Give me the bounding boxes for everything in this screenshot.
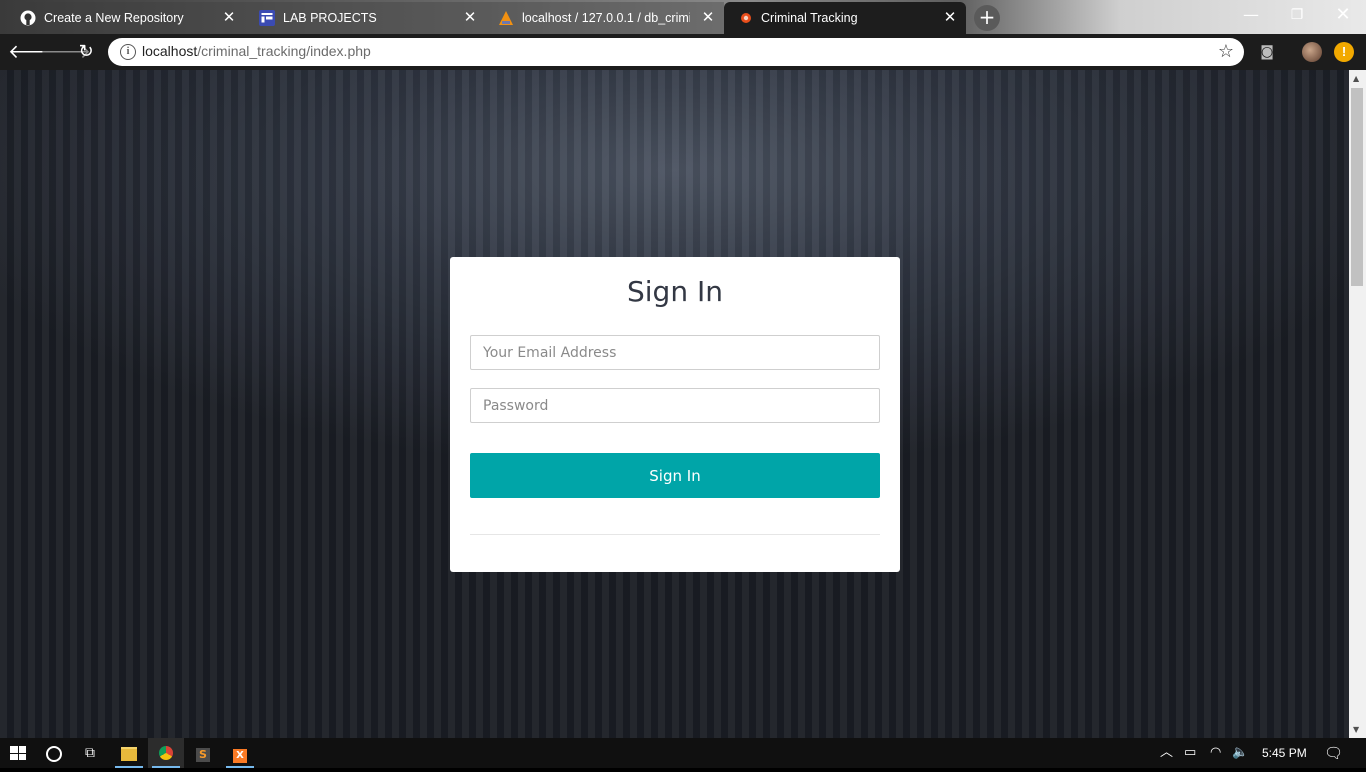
reload-button[interactable]: ↻ [73,40,99,64]
taskbar-clock[interactable]: 5:45 PM [1262,738,1307,768]
browser-toolbar: 🡐 🡒 ↻ i localhost/criminal_tracking/inde… [0,34,1366,70]
scroll-down-icon[interactable]: ▼ [1353,725,1359,734]
close-icon[interactable]: ✕ [942,10,958,26]
close-icon[interactable]: ✕ [462,10,478,26]
browser-tab-strip: Create a New Repository ✕ LAB PROJECTS ✕… [0,0,1366,34]
task-view-button[interactable]: ⧉ [72,738,108,768]
restore-button[interactable]: ❐ [1274,0,1320,30]
sign-in-button[interactable]: Sign In [470,453,880,498]
windows-logo-icon [10,746,26,760]
tab-title: localhost / 127.0.0.1 / db_crimina [522,11,690,25]
scroll-up-icon[interactable]: ▲ [1353,74,1359,83]
chrome-button[interactable] [148,738,184,768]
tab-criminal-tracking[interactable]: Criminal Tracking ✕ [724,2,966,34]
page-background: Sign In Sign In [0,70,1349,738]
minimize-button[interactable]: — [1228,0,1274,30]
avatar[interactable] [1302,42,1322,62]
task-view-icon: ⧉ [85,745,95,761]
tab-title: Create a New Repository [44,11,184,25]
sublime-text-button[interactable]: S [185,738,221,768]
start-button[interactable] [0,738,36,768]
new-tab-button[interactable]: + [974,5,1000,31]
folder-icon [121,747,137,761]
bookmark-star-icon[interactable]: ☆ [1218,41,1234,62]
divider [470,534,880,535]
tab-create-repository[interactable]: Create a New Repository ✕ [0,2,245,34]
sign-in-card: Sign In Sign In [450,257,900,572]
phpmyadmin-icon [498,10,514,26]
email-field[interactable] [470,335,880,370]
scrollbar-thumb[interactable] [1351,88,1363,286]
volume-icon[interactable]: 🔈 [1232,738,1248,768]
github-icon [20,10,36,26]
forward-button[interactable]: 🡒 [40,40,91,64]
tab-lab-projects[interactable]: LAB PROJECTS ✕ [245,2,486,34]
close-window-button[interactable]: ✕ [1320,0,1366,30]
windows-taskbar: ⧉ S X ︿ ▭ ◠ 🔈 5:45 PM 🗨 [0,738,1366,768]
address-bar[interactable]: i localhost/criminal_tracking/index.php … [108,38,1244,66]
cortana-button[interactable] [36,738,72,768]
info-icon[interactable]: i [120,44,136,60]
url-path: /criminal_tracking/index.php [197,43,371,59]
chrome-icon [159,746,173,760]
url-text: localhost/criminal_tracking/index.php [142,43,371,59]
sublime-icon: S [196,748,210,762]
battery-icon[interactable]: ▭ [1184,738,1196,768]
close-icon[interactable]: ✕ [221,10,237,26]
tab-title: Criminal Tracking [761,11,858,25]
file-explorer-button[interactable] [111,738,147,768]
tab-phpmyadmin[interactable]: localhost / 127.0.0.1 / db_crimina ✕ [486,2,724,34]
update-warning-icon[interactable]: ! [1334,42,1354,62]
vertical-scrollbar[interactable]: ▲ ▼ [1349,70,1366,738]
camera-icon[interactable]: ◙ [1257,42,1277,62]
trello-icon [259,10,275,26]
tab-title: LAB PROJECTS [283,11,377,25]
page-title: Sign In [627,275,723,308]
back-button[interactable]: 🡐 [8,40,59,64]
show-hidden-icons-icon[interactable]: ︿ [1160,738,1173,768]
xampp-button[interactable]: X [222,738,258,768]
action-center-icon[interactable]: 🗨 [1324,738,1343,768]
cortana-icon [46,746,62,762]
page-icon [738,10,754,26]
close-icon[interactable]: ✕ [700,10,716,26]
xampp-icon: X [233,749,247,763]
wifi-icon[interactable]: ◠ [1210,738,1221,768]
url-host: localhost [142,43,198,59]
password-field[interactable] [470,388,880,423]
